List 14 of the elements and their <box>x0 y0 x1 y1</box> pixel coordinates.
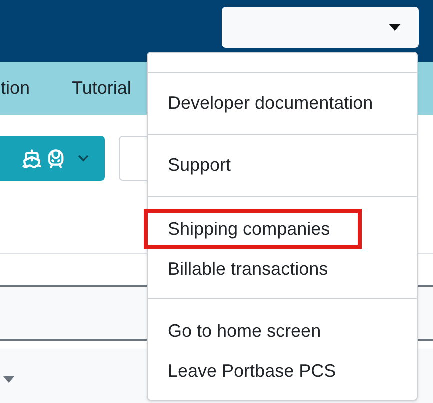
ship-icon <box>22 148 42 168</box>
caret-icon <box>389 24 401 31</box>
train-icon <box>46 148 66 168</box>
menu-item[interactable]: Shipping companies <box>144 209 362 249</box>
menu-item[interactable]: Support <box>148 135 417 196</box>
menu-item[interactable]: Go to home screen <box>148 311 417 351</box>
caret-icon <box>3 376 15 382</box>
transport-mode-button[interactable] <box>0 136 105 181</box>
menu-item[interactable]: Leave Portbase PCS <box>148 351 417 391</box>
nav-link[interactable]: tion <box>1 75 30 102</box>
menu-item[interactable]: Billable transactions <box>148 249 417 289</box>
nav-link[interactable]: Tutorial <box>72 75 132 102</box>
menu-item[interactable]: Developer documentation <box>148 73 417 134</box>
chevron-down-icon <box>78 155 89 162</box>
